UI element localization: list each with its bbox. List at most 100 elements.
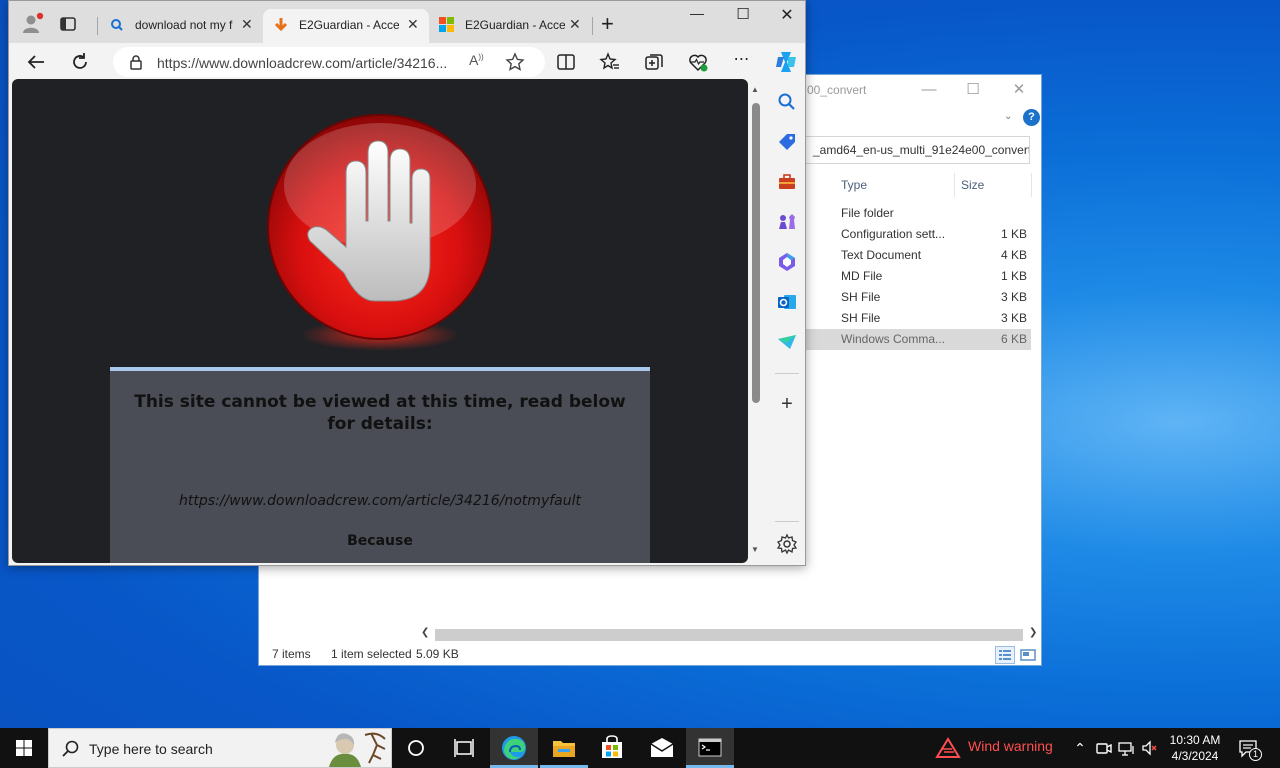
horizontal-scrollbar[interactable]: ❮ ❯ [419,627,1039,642]
close-button[interactable]: ✕ [999,77,1039,103]
scroll-right-arrow-icon[interactable]: ❯ [1029,627,1037,638]
favorite-star-icon[interactable] [505,52,525,72]
microsoft-365-icon[interactable] [776,251,798,273]
vertical-scrollbar[interactable]: ▲ ▼ [749,81,763,561]
file-type: Configuration sett... [841,227,946,241]
tab-download-not-my-fault[interactable]: download not my f ✕ [99,9,259,43]
status-item-count: 7 items [272,647,311,661]
scroll-down-arrow-icon[interactable]: ▼ [751,545,759,554]
file-explorer-taskbar-icon[interactable] [540,728,588,768]
tab-separator [592,17,593,35]
column-separator[interactable] [954,173,955,197]
edge-sidebar: + [769,79,805,563]
column-separator[interactable] [1031,173,1032,197]
settings-gear-icon[interactable] [776,533,798,555]
volume-muted-icon[interactable] [1140,738,1160,758]
edge-taskbar-icon[interactable] [490,728,538,768]
cortana-icon[interactable] [392,728,440,768]
weather-warning-text[interactable]: Wind warning [968,738,1053,754]
address-bar[interactable]: _amd64_en-us_multi_91e24e00_convert [804,136,1030,164]
tab-e2guardian-active[interactable]: E2Guardian - Acce ✕ [263,9,429,43]
web-page-content: This site cannot be viewed at this time,… [12,79,748,563]
copilot-icon[interactable] [773,49,799,75]
browser-toolbar: https://www.downloadcrew.com/article/342… [9,43,805,79]
search-placeholder: Type here to search [89,741,213,757]
column-header-type[interactable]: Type [841,173,867,197]
address-bar[interactable]: https://www.downloadcrew.com/article/342… [113,47,545,77]
tab-actions-icon[interactable] [59,15,77,33]
file-row[interactable]: Text Document 4 KB [804,245,1031,266]
taskbar-search-box[interactable]: Type here to search [48,728,392,768]
tab-label: download not my f [135,18,233,32]
file-size: 3 KB [1000,290,1027,304]
games-chess-icon[interactable] [776,211,798,233]
more-options-icon[interactable]: ⋯ [731,51,753,73]
back-arrow-icon[interactable] [25,51,47,73]
stop-hand-icon [264,113,496,355]
meet-now-camera-icon[interactable] [1094,738,1114,758]
file-type: SH File [841,290,881,304]
scroll-up-arrow-icon[interactable]: ▲ [751,85,759,94]
split-screen-icon[interactable] [555,51,577,73]
scrollbar-thumb[interactable] [435,629,1023,641]
expand-ribbon-chevron-icon[interactable]: ⌄ [1004,111,1012,122]
tab-separator [97,17,98,35]
add-sidebar-app-plus-icon[interactable]: + [776,393,798,415]
block-reason-heading: Because [347,533,413,549]
read-aloud-icon[interactable]: A)) [469,52,484,68]
browser-essentials-icon[interactable] [687,51,709,73]
details-view-icon[interactable] [995,646,1015,664]
search-icon[interactable] [776,91,798,113]
mail-icon[interactable] [638,728,686,768]
sidebar-divider [775,521,799,522]
url-text: https://www.downloadcrew.com/article/342… [157,55,448,71]
column-header-size[interactable]: Size [961,173,984,197]
file-row[interactable]: File folder [804,203,1031,224]
large-icons-view-icon[interactable] [1018,646,1038,664]
weather-warning-icon[interactable] [935,737,961,759]
network-icon[interactable] [1117,738,1137,758]
scrollbar-thumb[interactable] [752,103,760,403]
outlook-icon[interactable] [776,291,798,313]
file-row[interactable]: MD File 1 KB [804,266,1031,287]
file-type: Text Document [841,248,922,262]
maximize-button[interactable]: ☐ [953,77,993,103]
tab-label: E2Guardian - Acce [299,18,399,32]
minimize-button[interactable]: — [909,77,949,103]
favorites-icon[interactable] [599,51,621,73]
download-arrow-icon [273,17,289,33]
maximize-button[interactable]: ☐ [723,5,763,29]
file-row[interactable]: SH File 3 KB [804,287,1031,308]
search-icon [61,739,81,759]
system-clock[interactable]: 10:30 AM 4/3/2024 [1160,732,1230,764]
minimize-button[interactable]: — [677,5,717,29]
close-button[interactable]: ✕ [767,5,807,29]
file-row[interactable]: Configuration sett... 1 KB [804,224,1031,245]
file-row-selected[interactable]: Windows Comma... 6 KB [804,329,1031,350]
tab-label: E2Guardian - Acce [465,18,565,32]
new-tab-plus-icon[interactable]: + [601,11,614,37]
refresh-icon[interactable] [69,51,91,73]
scroll-left-arrow-icon[interactable]: ❮ [421,627,429,638]
tab-e2guardian[interactable]: E2Guardian - Acce ✕ [429,9,593,43]
close-tab-icon[interactable]: ✕ [569,16,581,33]
file-row[interactable]: SH File 3 KB [804,308,1031,329]
taskbar: Type here to search Wind warning ⌃ 10:30… [0,728,1280,768]
lock-icon[interactable] [129,54,143,70]
toolbox-icon[interactable] [776,171,798,193]
close-tab-icon[interactable]: ✕ [241,16,253,33]
collections-icon[interactable] [643,51,665,73]
status-selected-size: 5.09 KB [416,647,459,661]
shopping-tag-icon[interactable] [776,131,798,153]
start-button[interactable] [0,728,48,768]
block-message-panel: This site cannot be viewed at this time,… [110,367,650,563]
file-size: 6 KB [1000,332,1027,346]
command-prompt-taskbar-icon[interactable] [686,728,734,768]
drop-send-icon[interactable] [776,331,798,353]
close-tab-icon[interactable]: ✕ [407,16,419,33]
task-view-icon[interactable] [440,728,488,768]
help-icon[interactable]: ? [1023,109,1040,126]
microsoft-store-icon[interactable] [588,728,636,768]
profile-avatar-icon[interactable] [21,11,45,35]
show-hidden-icons-chevron-icon[interactable]: ⌃ [1070,738,1090,758]
